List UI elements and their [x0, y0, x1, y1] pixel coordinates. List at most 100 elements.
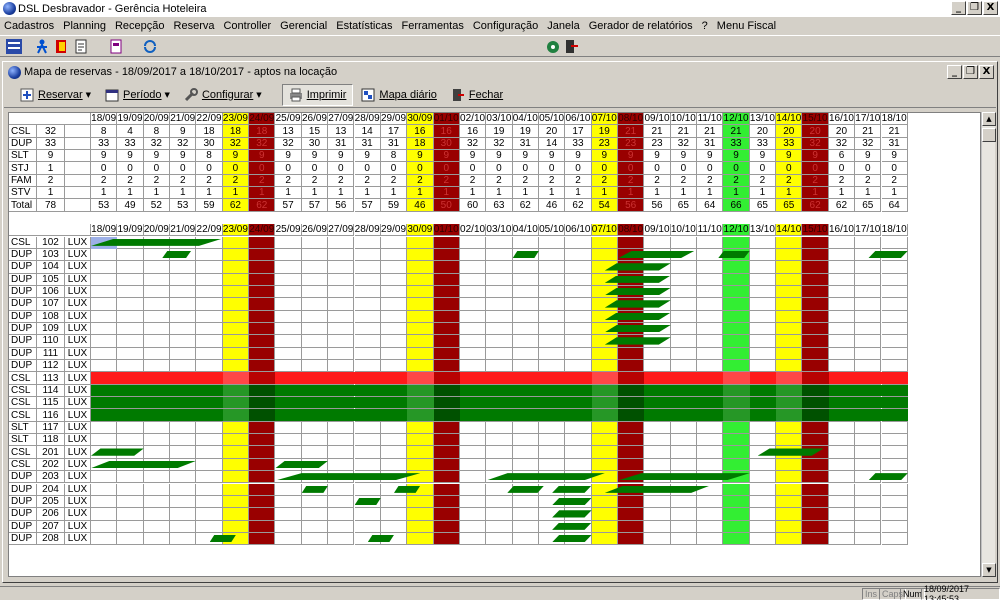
room-day-cell[interactable]	[407, 434, 434, 447]
room-day-cell[interactable]	[170, 483, 197, 496]
room-day-cell[interactable]	[354, 248, 381, 262]
room-day-cell[interactable]	[143, 310, 171, 323]
room-day-cell[interactable]	[855, 360, 882, 373]
room-day-cell[interactable]	[143, 446, 171, 459]
room-day-cell[interactable]	[565, 458, 592, 472]
room-day-cell[interactable]	[618, 434, 645, 447]
menu-item-12[interactable]: Menu Fiscal	[717, 20, 776, 32]
room-day-cell[interactable]	[459, 347, 487, 360]
room-day-cell[interactable]	[380, 248, 408, 262]
room-day-cell[interactable]	[855, 458, 882, 472]
toolbar-button-0[interactable]: Reservar ▼	[14, 84, 97, 106]
room-day-cell[interactable]	[407, 310, 434, 323]
room-day-cell[interactable]	[143, 261, 171, 274]
room-day-cell[interactable]	[591, 360, 618, 373]
room-day-cell[interactable]	[855, 322, 882, 336]
room-day-cell[interactable]	[301, 298, 329, 311]
room-day-cell[interactable]	[881, 360, 908, 373]
room-day-cell[interactable]	[407, 298, 434, 311]
room-day-cell[interactable]	[117, 434, 144, 447]
room-day-cell[interactable]	[117, 520, 144, 533]
room-day-cell[interactable]	[723, 285, 750, 299]
room-day-cell[interactable]	[749, 483, 777, 496]
room-day-cell[interactable]	[723, 446, 750, 459]
reservation-grid[interactable]: 18/09 19/09 20/09 21/09 22/09 23/09 24/09 25/09…	[8, 112, 981, 577]
room-day-cell[interactable]	[407, 471, 434, 484]
room-day-cell[interactable]	[433, 471, 460, 484]
room-day-cell[interactable]	[328, 335, 355, 348]
room-day-cell[interactable]	[749, 458, 777, 472]
room-day-cell[interactable]	[723, 335, 750, 348]
room-day-cell[interactable]	[354, 298, 381, 311]
room-day-cell[interactable]	[196, 298, 223, 311]
room-day-cell[interactable]	[354, 273, 381, 286]
room-day-cell[interactable]	[196, 434, 223, 447]
room-day-cell[interactable]	[407, 285, 434, 299]
room-day-cell[interactable]	[143, 421, 171, 435]
room-day-cell[interactable]	[486, 508, 513, 521]
room-day-cell[interactable]	[433, 310, 460, 323]
room-day-cell[interactable]	[433, 248, 460, 262]
menu-item-7[interactable]: Ferramentas	[402, 20, 464, 32]
room-day-cell[interactable]	[855, 532, 882, 546]
room-day-cell[interactable]	[143, 483, 171, 496]
room-day-cell[interactable]	[512, 261, 539, 274]
room-day-cell[interactable]	[828, 322, 856, 336]
room-day-cell[interactable]	[407, 532, 434, 546]
room-day-cell[interactable]	[802, 520, 829, 533]
room-day-cell[interactable]	[222, 261, 250, 274]
room-day-cell[interactable]	[275, 248, 302, 262]
room-day-cell[interactable]	[222, 322, 250, 336]
room-day-cell[interactable]	[591, 421, 618, 435]
room-day-cell[interactable]	[275, 520, 302, 533]
room-day-cell[interactable]	[749, 335, 777, 348]
room-day-cell[interactable]	[776, 273, 803, 286]
room-day-cell[interactable]	[170, 520, 197, 533]
room-day-cell[interactable]	[565, 434, 592, 447]
room-day-cell[interactable]	[301, 347, 329, 360]
room-day-cell[interactable]	[196, 360, 223, 373]
room-day-cell[interactable]	[143, 285, 171, 299]
room-day-cell[interactable]	[196, 335, 223, 348]
room-day-cell[interactable]	[196, 285, 223, 299]
room-day-cell[interactable]	[275, 236, 302, 249]
room-day-cell[interactable]	[354, 434, 381, 447]
room-day-cell[interactable]	[380, 322, 408, 336]
room-day-cell[interactable]	[828, 347, 856, 360]
room-day-cell[interactable]	[881, 261, 908, 274]
room-day-cell[interactable]	[776, 248, 803, 262]
room-day-cell[interactable]	[407, 520, 434, 533]
scroll-down-button[interactable]: ▼	[982, 563, 996, 577]
room-day-cell[interactable]	[670, 285, 698, 299]
room-day-cell[interactable]	[512, 458, 539, 472]
child-close-button[interactable]: X	[979, 65, 994, 79]
room-day-cell[interactable]	[459, 532, 487, 546]
room-day-cell[interactable]	[670, 322, 698, 336]
room-day-cell[interactable]	[459, 508, 487, 521]
room-day-cell[interactable]	[881, 347, 908, 360]
room-day-cell[interactable]	[249, 520, 276, 533]
room-day-cell[interactable]	[170, 508, 197, 521]
room-day-cell[interactable]	[776, 434, 803, 447]
room-day-cell[interactable]	[222, 236, 250, 249]
room-day-cell[interactable]	[459, 471, 487, 484]
room-day-cell[interactable]	[117, 310, 144, 323]
room-day-cell[interactable]	[855, 446, 882, 459]
room-day-cell[interactable]	[328, 458, 355, 472]
room-day-cell[interactable]	[328, 285, 355, 299]
room-day-cell[interactable]	[881, 236, 908, 249]
room-day-cell[interactable]	[776, 285, 803, 299]
room-day-cell[interactable]	[776, 236, 803, 249]
room-day-cell[interactable]	[459, 273, 487, 286]
room-day-cell[interactable]	[459, 310, 487, 323]
room-day-cell[interactable]	[354, 236, 381, 249]
room-day-cell[interactable]	[538, 421, 566, 435]
room-day-cell[interactable]	[776, 532, 803, 546]
room-day-cell[interactable]	[328, 322, 355, 336]
room-day-cell[interactable]	[591, 532, 618, 546]
room-day-cell[interactable]	[828, 508, 856, 521]
room-day-cell[interactable]	[644, 495, 671, 509]
room-day-cell[interactable]	[855, 236, 882, 249]
room-day-cell[interactable]	[170, 310, 197, 323]
room-day-cell[interactable]	[328, 483, 355, 496]
